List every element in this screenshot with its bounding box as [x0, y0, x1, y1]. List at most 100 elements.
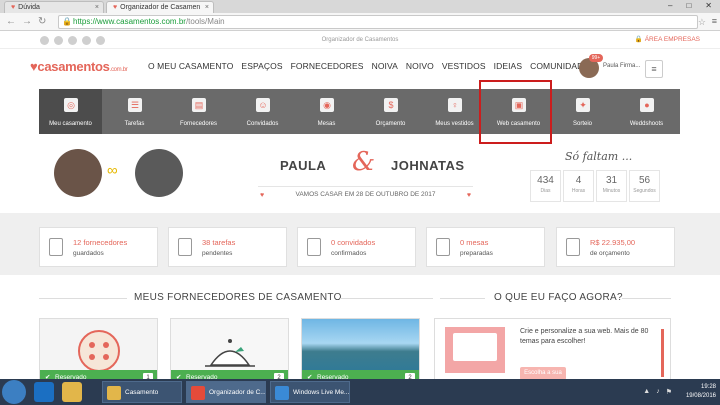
maximize-icon[interactable]: □ — [686, 0, 691, 13]
nav-link-vestidos[interactable]: VESTIDOS — [442, 61, 486, 71]
facebook-icon[interactable] — [40, 36, 49, 45]
tool-tarefas[interactable]: ☰ Tarefas — [103, 89, 166, 134]
chrome-icon — [191, 386, 205, 400]
heart-icon: ♥ — [11, 4, 16, 11]
utility-center-text: Organizador de Casamentos — [321, 37, 399, 43]
lock-small-icon: 🔒 — [634, 36, 645, 43]
close-window-icon[interactable]: ✕ — [705, 0, 712, 13]
task-casamento[interactable]: Casamento — [102, 381, 182, 403]
stat-tasks[interactable]: 38 tarefas pendentes — [168, 227, 287, 267]
camera-icon: ● — [640, 98, 654, 112]
minimize-icon[interactable]: – — [668, 0, 672, 13]
forward-icon[interactable]: → — [22, 15, 32, 29]
nav-link-ideias[interactable]: IDEIAS — [494, 61, 522, 71]
budget-icon — [566, 238, 580, 256]
ampersand: & — [352, 147, 376, 177]
window-controls: – □ ✕ — [668, 0, 720, 13]
explorer-icon[interactable] — [62, 382, 82, 402]
flag-icon[interactable]: ⚑ — [666, 388, 672, 396]
folder-icon — [107, 386, 121, 400]
card-scrollbar[interactable] — [661, 329, 664, 377]
twitter-icon[interactable] — [54, 36, 63, 45]
hamburger-menu-icon[interactable]: ≡ — [645, 60, 663, 78]
wedding-date-text: VAMOS CASAR EM 28 DE OUTUBRO DE 2017 — [295, 191, 436, 198]
tool-label: Convidados — [246, 121, 279, 127]
url-host: https://www.casamentos.com.br — [73, 17, 186, 26]
youtube-icon[interactable] — [96, 36, 105, 45]
stat-guests[interactable]: 0 convidados confirmados — [297, 227, 416, 267]
user-name: Paula Firma... — [603, 63, 641, 69]
lock-icon: 🔒 — [62, 17, 72, 26]
vendor-card[interactable]: ✔ Reservado 2 — [170, 318, 289, 386]
countdown-unit: Dias — [540, 188, 551, 194]
url-field[interactable]: 🔒 https://www.casamentos.com.br/tools/Mai… — [58, 15, 698, 29]
vendor-card[interactable]: ✔ Reservado 1 — [39, 318, 158, 386]
close-tab-icon[interactable]: × — [95, 2, 99, 13]
back-icon[interactable]: ← — [6, 15, 16, 29]
task-windows-live[interactable]: Windows Live Me... — [270, 381, 350, 403]
nav-link-noivo[interactable]: NOIVO — [406, 61, 434, 71]
tool-convidados[interactable]: ☺ Convidados — [231, 89, 294, 134]
start-button[interactable] — [2, 380, 26, 404]
tool-fornecedores[interactable]: ▤ Fornecedores — [167, 89, 230, 134]
stat-value: R$ 22.935,00 — [590, 238, 636, 247]
tools-toolbar: ◎ Meu casamento ☰ Tarefas ▤ Fornecedores ☺ C… — [39, 89, 680, 134]
countdown-minutes: 31 Minutos — [596, 170, 627, 202]
stat-value: 0 convidados — [331, 238, 376, 247]
tool-label: Meus vestidos — [435, 121, 474, 127]
ie-icon[interactable] — [34, 382, 54, 402]
clock[interactable]: 19:28 19/08/2016 — [686, 379, 716, 405]
button-illustration-icon — [78, 330, 120, 372]
tables-icon: ◉ — [320, 98, 334, 112]
reload-icon[interactable]: ↻ — [38, 15, 46, 29]
tool-label: Fornecedores — [179, 121, 218, 127]
tool-orcamento[interactable]: $ Orçamento — [359, 89, 422, 134]
groom-avatar — [135, 149, 183, 197]
budget-icon: $ — [384, 98, 398, 112]
stat-vendors[interactable]: 12 fornecedores guardados — [39, 227, 158, 267]
volume-icon[interactable]: ♪ — [656, 388, 660, 396]
stat-budget[interactable]: R$ 22.935,00 de orçamento — [556, 227, 675, 267]
system-tray: ▲ ♪ ⚑ — [643, 388, 672, 396]
tool-meus-vestidos[interactable]: ♀ Meus vestidos — [423, 89, 486, 134]
stat-label: guardados — [73, 250, 104, 257]
screen-icon — [453, 333, 497, 361]
tool-label: Sorteio — [572, 121, 592, 127]
clock-time: 19:28 — [700, 384, 716, 390]
instagram-icon[interactable] — [82, 36, 91, 45]
user-menu[interactable]: 99+ Paula Firma... — [574, 54, 644, 82]
logo-text: casamentos — [37, 59, 110, 74]
browser-menu-icon[interactable]: ≡ — [712, 14, 717, 28]
pinterest-icon[interactable] — [68, 36, 77, 45]
site-logo[interactable]: ♥casamentos.com.br — [30, 59, 128, 74]
nav-link-fornecedores[interactable]: FORNECEDORES — [291, 61, 364, 71]
browser-tab-duvida[interactable]: ♥ Dúvida × — [4, 1, 104, 13]
stat-tables[interactable]: 0 mesas preparadas — [426, 227, 545, 267]
tool-meu-casamento[interactable]: ◎ Meu casamento — [39, 89, 102, 134]
nav-link-espacos[interactable]: ESPAÇOS — [241, 61, 282, 71]
tool-weddshoots[interactable]: ● Weddshoots — [615, 89, 678, 134]
task-organizador[interactable]: Organizador de C... — [186, 381, 266, 403]
countdown-value: 434 — [537, 175, 554, 186]
nav-link-meu-casamento[interactable]: O MEU CASAMENTO — [148, 61, 233, 71]
tab-label: Dúvida — [18, 4, 40, 11]
dress-icon: ♀ — [448, 98, 462, 112]
vendor-card[interactable]: ✔ Reservado 2 — [301, 318, 420, 386]
nav-link-noiva[interactable]: NOIVA — [372, 61, 398, 71]
tool-mesas[interactable]: ◉ Mesas — [295, 89, 358, 134]
next-step-text: Crie e personalize a sua web. Mais de 80… — [520, 328, 649, 345]
heart-icon: ♥ — [466, 192, 471, 199]
bookmark-star-icon[interactable]: ☆ — [698, 15, 706, 29]
couple-header: ∞ PAULA & JOHNATAS ♥ VAMOS CASAR EM 28 DE… — [0, 134, 720, 213]
business-area-link[interactable]: 🔒 ÁREA EMPRESAS — [635, 31, 700, 49]
countdown-title: Só faltam ... — [565, 150, 633, 163]
browser-tab-organizer[interactable]: ♥ Organizador de Casamen × — [106, 1, 214, 13]
tool-sorteio[interactable]: ✦ Sorteio — [551, 89, 614, 134]
close-tab-icon[interactable]: × — [205, 2, 209, 13]
tasks-icon: ☰ — [128, 98, 142, 112]
windows-taskbar: Casamento Organizador de C... Windows Li… — [0, 379, 720, 405]
cloche-icon — [205, 339, 255, 367]
tool-label: Mesas — [317, 121, 336, 127]
network-icon[interactable]: ▲ — [643, 388, 650, 396]
vendors-section-title: MEUS FORNECEDORES DE CASAMENTO — [134, 292, 342, 303]
